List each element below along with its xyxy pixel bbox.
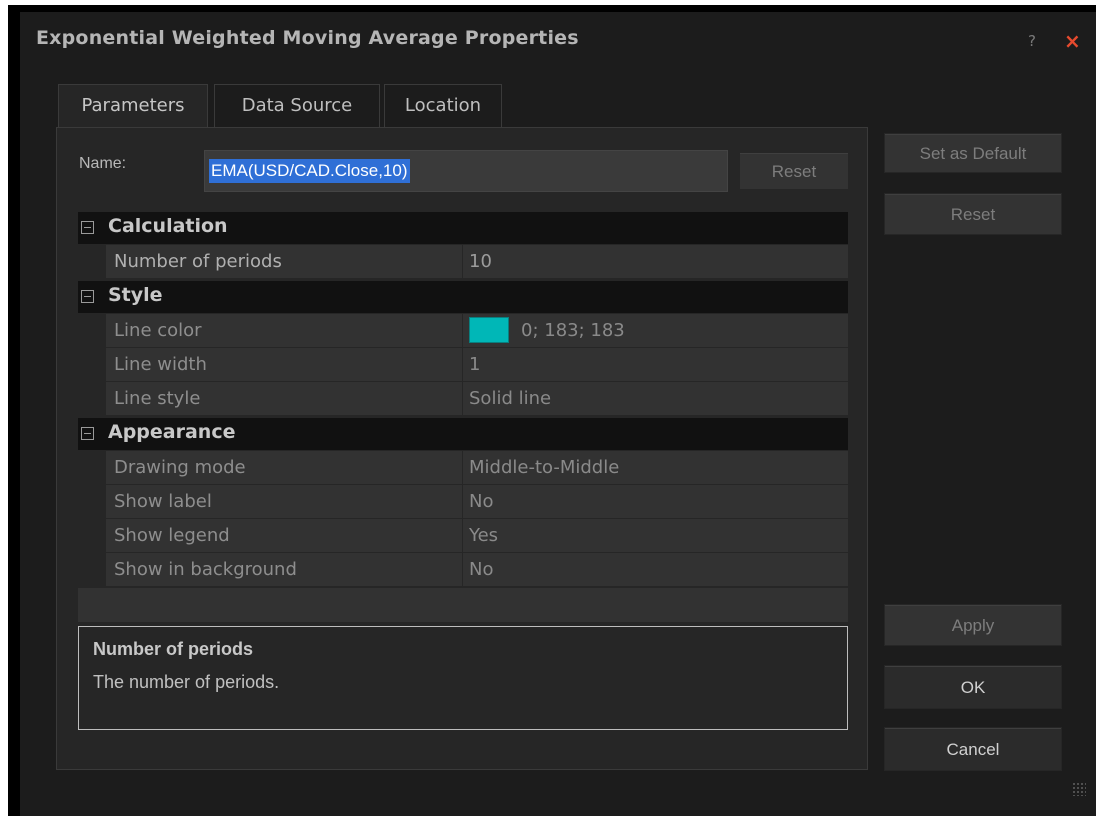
section-title: Calculation (108, 215, 228, 237)
property-key: Line style (114, 388, 201, 409)
name-input-value: EMA(USD/CAD.Close,10) (209, 159, 410, 183)
property-value-cell[interactable]: No (462, 553, 848, 586)
property-value-cell[interactable]: Middle-to-Middle (462, 451, 848, 484)
property-key: Line width (114, 354, 207, 375)
property-key: Line color (114, 320, 202, 341)
property-key: Show in background (114, 559, 297, 580)
property-value: No (469, 491, 494, 512)
property-value-cell[interactable]: 10 (462, 245, 848, 278)
property-key: Show label (114, 491, 212, 512)
grid-empty-area (78, 588, 848, 622)
section-title: Style (108, 284, 163, 306)
property-key: Drawing mode (114, 457, 246, 478)
section-style[interactable]: Style (78, 281, 848, 313)
property-key: Number of periods (114, 251, 282, 272)
property-value: Solid line (469, 388, 552, 409)
resize-grip-icon[interactable] (1072, 782, 1086, 796)
property-value-cell[interactable]: 1 (462, 348, 848, 381)
property-value: Yes (469, 525, 499, 546)
property-row-line-width[interactable]: Line width 1 (106, 348, 848, 382)
help-icon[interactable]: ? (1028, 32, 1036, 50)
property-row-number-of-periods[interactable]: Number of periods 10 (106, 245, 848, 279)
tab-data-source[interactable]: Data Source (214, 84, 380, 128)
ok-button[interactable]: OK (884, 665, 1062, 709)
set-as-default-button[interactable]: Set as Default (884, 133, 1062, 173)
property-value: 10 (469, 251, 492, 272)
collapse-icon[interactable] (81, 290, 94, 303)
color-swatch[interactable] (469, 317, 509, 343)
property-row-drawing-mode[interactable]: Drawing mode Middle-to-Middle (106, 451, 848, 485)
property-value: 1 (469, 354, 481, 375)
tab-location[interactable]: Location (384, 84, 502, 128)
apply-button[interactable]: Apply (884, 604, 1062, 646)
property-row-show-label[interactable]: Show label No (106, 485, 848, 519)
property-row-line-style[interactable]: Line style Solid line (106, 382, 848, 416)
description-title: Number of periods (93, 639, 254, 659)
section-calculation[interactable]: Calculation (78, 212, 848, 244)
property-value-cell[interactable]: Solid line (462, 382, 848, 415)
property-value-cell[interactable]: No (462, 485, 848, 518)
collapse-icon[interactable] (81, 221, 94, 234)
description-text: The number of periods. (93, 672, 280, 692)
close-icon[interactable]: × (1064, 29, 1081, 53)
tab-parameters[interactable]: Parameters (58, 84, 208, 128)
collapse-icon[interactable] (81, 427, 94, 440)
section-title: Appearance (108, 421, 236, 443)
name-label: Name: (79, 155, 127, 172)
property-value: Middle-to-Middle (469, 457, 620, 478)
cancel-button[interactable]: Cancel (884, 727, 1062, 771)
property-key: Show legend (114, 525, 230, 546)
property-value: No (469, 559, 494, 580)
name-reset-button[interactable]: Reset (739, 152, 849, 190)
property-row-show-legend[interactable]: Show legend Yes (106, 519, 848, 553)
dialog-title: Exponential Weighted Moving Average Prop… (36, 27, 579, 49)
reset-button[interactable]: Reset (884, 193, 1062, 235)
property-value-cell[interactable]: Yes (462, 519, 848, 552)
property-description-box: Number of periods The number of periods. (78, 626, 848, 730)
property-value-cell[interactable]: 0; 183; 183 (462, 314, 848, 347)
property-row-show-in-background[interactable]: Show in background No (106, 553, 848, 587)
name-input[interactable]: EMA(USD/CAD.Close,10) (204, 150, 728, 192)
section-appearance[interactable]: Appearance (78, 418, 848, 450)
property-value: 0; 183; 183 (521, 320, 625, 341)
property-row-line-color[interactable]: Line color 0; 183; 183 (106, 314, 848, 348)
